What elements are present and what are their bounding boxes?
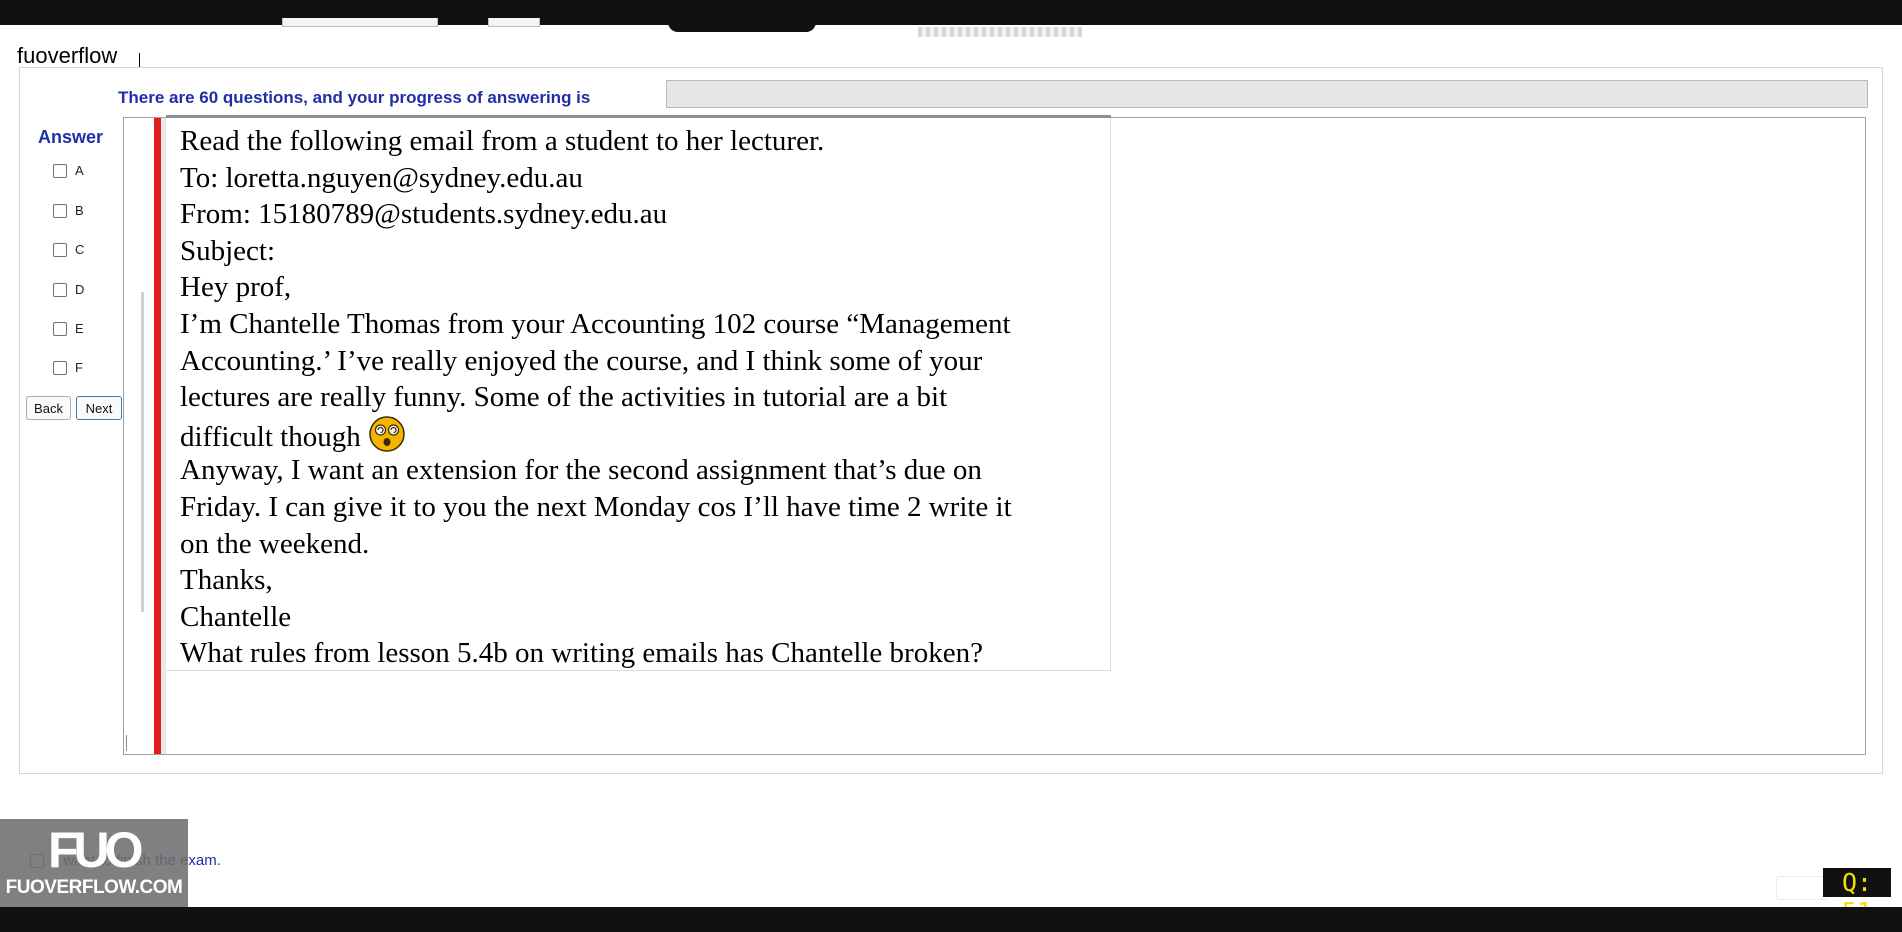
option-d-label: D [75, 282, 85, 297]
option-b[interactable]: B [53, 203, 84, 218]
question-line: To: loretta.nguyen@sydney.edu.au [180, 161, 583, 194]
option-c-checkbox[interactable] [53, 242, 67, 257]
watermark-logo-mark: FUO [48, 822, 144, 878]
top-ghost-field-small [488, 18, 540, 27]
question-line: difficult though [180, 420, 361, 453]
progress-label: There are 60 questions, and your progres… [118, 88, 591, 107]
option-f[interactable]: F [53, 360, 83, 375]
option-c[interactable]: C [53, 242, 84, 257]
scroll-track[interactable] [141, 292, 144, 612]
watermark-text: FUOVERFLOW.COM [5, 877, 183, 898]
answer-heading: Answer [38, 127, 104, 147]
option-c-label: C [75, 242, 85, 257]
back-button[interactable]: Back [26, 396, 71, 420]
progress-bar [666, 80, 1868, 108]
question-image: Read the following email from a student … [166, 118, 1111, 671]
question-text: Read the following email from a student … [180, 123, 1012, 672]
question-line: What rules from lesson 5.4b on writing e… [180, 637, 983, 670]
small-input-box[interactable] [1776, 876, 1828, 900]
option-d[interactable]: D [53, 282, 84, 297]
bottom-black-bar [0, 907, 1902, 932]
option-b-checkbox[interactable] [53, 203, 67, 218]
question-line: Accounting.’ I’ve really enjoyed the cou… [180, 344, 983, 377]
question-line: From: 15180789@students.sydney.edu.au [180, 198, 668, 231]
option-d-checkbox[interactable] [53, 282, 67, 297]
option-b-label: B [75, 203, 84, 218]
option-f-checkbox[interactable] [53, 360, 67, 375]
top-ghost-field [282, 18, 438, 27]
question-line: Subject: [180, 234, 276, 267]
question-line: Thanks, [180, 564, 273, 597]
question-line: Read the following email from a student … [180, 125, 825, 157]
brand-title: fuoverflow [17, 43, 118, 68]
scroll-tick [126, 735, 127, 751]
question-line: I’m Chantelle Thomas from your Accountin… [180, 307, 1011, 340]
option-a-checkbox[interactable] [53, 163, 67, 178]
next-button[interactable]: Next [76, 396, 122, 420]
option-e-checkbox[interactable] [53, 321, 67, 336]
question-line: Chantelle [180, 600, 292, 633]
question-line: on the weekend. [180, 527, 370, 560]
question-number-badge: Q: 51 [1823, 868, 1891, 926]
question-line-with-emoji: difficult though [180, 416, 1012, 453]
question-line: lectures are really funny. Some of the a… [180, 381, 948, 414]
top-ghost-timer [668, 14, 816, 32]
question-line: Anyway, I want an extension for the seco… [180, 454, 982, 487]
question-line: Friday. I can give it to you the next Mo… [180, 490, 1012, 523]
option-e[interactable]: E [53, 321, 84, 336]
option-a[interactable]: A [53, 163, 84, 178]
option-e-label: E [75, 321, 84, 336]
question-marker-bar [154, 118, 161, 754]
question-line: Hey prof, [180, 271, 292, 304]
watermark-logo: FUO FUOVERFLOW.COM [0, 819, 188, 907]
option-f-label: F [75, 360, 83, 375]
top-ghost-pattern [918, 27, 1082, 37]
option-a-label: A [75, 163, 84, 178]
